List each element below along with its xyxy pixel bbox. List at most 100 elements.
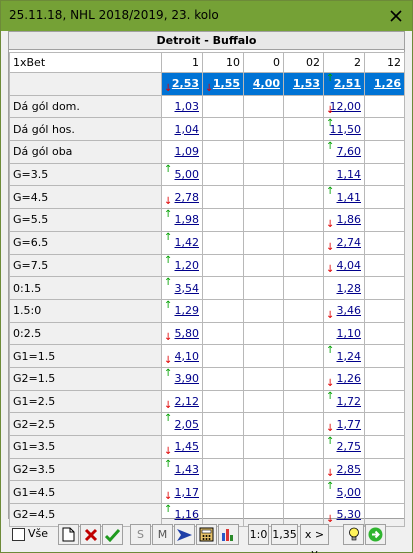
- base-odds-cell[interactable]: 1,26: [364, 72, 405, 96]
- confirm-button[interactable]: [102, 524, 123, 545]
- odds-cell[interactable]: ↓ 5,80: [161, 321, 203, 346]
- new-button[interactable]: [58, 524, 79, 545]
- odds-cell[interactable]: ↑ 3,90: [161, 366, 203, 391]
- odds-value[interactable]: 1,10: [337, 327, 362, 340]
- odds-cell[interactable]: ↓ 1,17: [161, 480, 203, 505]
- odds-value[interactable]: 1,26: [374, 77, 401, 90]
- base-odds-cell[interactable]: ↓ 2,53: [161, 72, 203, 96]
- forward-button[interactable]: [174, 524, 195, 545]
- odds-cell[interactable]: ↑ 5,00: [323, 480, 365, 505]
- odds-cell[interactable]: ↓ 4,10: [161, 344, 203, 368]
- close-icon[interactable]: [390, 10, 402, 22]
- s-button[interactable]: S: [130, 524, 151, 545]
- calculator-button[interactable]: [196, 524, 217, 545]
- odds-value[interactable]: 1,45: [175, 440, 200, 453]
- odds-cell[interactable]: 1,28: [323, 276, 365, 300]
- chart-button[interactable]: [218, 524, 239, 545]
- odds-cell[interactable]: ↑ 1,42: [161, 230, 203, 255]
- odds-value[interactable]: 2,75: [337, 440, 362, 453]
- odds-value[interactable]: 1,16: [175, 508, 200, 521]
- odds-cell[interactable]: ↑ 1,24: [323, 344, 365, 368]
- odds-cell[interactable]: ↑ 3,54: [161, 276, 203, 300]
- odds-cell[interactable]: ↓ 1,77: [323, 412, 365, 436]
- odds-cell[interactable]: ↑ 2,75: [323, 435, 365, 459]
- market-row: Dá gól dom. 1,03 ↓ 12,00: [9, 94, 405, 119]
- odds-value[interactable]: 4,00: [253, 77, 280, 90]
- odds-value[interactable]: 1,43: [175, 463, 200, 476]
- odds-value[interactable]: 4,10: [175, 350, 200, 363]
- odds-cell[interactable]: ↓ 2,78: [161, 185, 203, 210]
- odds-value[interactable]: 1,41: [337, 191, 362, 204]
- odds-value[interactable]: 2,74: [337, 236, 362, 249]
- odds-value[interactable]: 1,26: [337, 372, 362, 385]
- odds-cell[interactable]: ↑ 1,72: [323, 389, 365, 414]
- odds-cell[interactable]: ↑ 1,43: [161, 457, 203, 482]
- odds-cell[interactable]: ↑ 11,50: [323, 117, 365, 142]
- odds-value[interactable]: 1,04: [175, 123, 200, 136]
- odds-cell[interactable]: ↑ 5,00: [161, 162, 203, 187]
- odds-value[interactable]: 2,78: [175, 191, 200, 204]
- odds-cell[interactable]: ↑ 2,05: [161, 412, 203, 436]
- odds-cell[interactable]: 1,10: [323, 321, 365, 346]
- odds-value[interactable]: 2,51: [334, 77, 361, 90]
- odds-value[interactable]: 5,00: [337, 486, 362, 499]
- odds-value[interactable]: 1,72: [337, 395, 362, 408]
- odds-cell[interactable]: ↑ 1,29: [161, 298, 203, 323]
- score-button[interactable]: 1:0: [248, 524, 269, 545]
- odds-cell[interactable]: 1,04: [161, 117, 203, 142]
- odds-value[interactable]: 5,00: [175, 168, 200, 181]
- base-odds-cell[interactable]: 1,53: [283, 72, 324, 96]
- select-all-checkbox[interactable]: [12, 528, 25, 541]
- go-button[interactable]: [365, 524, 386, 545]
- odds-value[interactable]: 1,29: [175, 304, 200, 317]
- odds-value[interactable]: 1,20: [175, 259, 200, 272]
- odds-cell[interactable]: 1,14: [323, 162, 365, 187]
- odds-value[interactable]: 3,54: [175, 282, 200, 295]
- odds-cell[interactable]: 1,09: [161, 140, 203, 164]
- odds-value[interactable]: 3,90: [175, 372, 200, 385]
- base-odds-cell[interactable]: 4,00: [243, 72, 284, 96]
- odds-cell[interactable]: ↓ 12,00: [323, 94, 365, 119]
- odds-cell[interactable]: ↓ 4,04: [323, 253, 365, 278]
- odds-cell[interactable]: ↓ 1,86: [323, 208, 365, 232]
- odds-cell[interactable]: ↑ 1,41: [323, 185, 365, 210]
- odds-value[interactable]: 2,53: [172, 77, 199, 90]
- odds-cell[interactable]: ↓ 3,46: [323, 298, 365, 323]
- base-odds-cell[interactable]: ↓ 1,55: [202, 72, 244, 96]
- odds-value[interactable]: 1,24: [337, 350, 362, 363]
- hint-button[interactable]: [343, 524, 364, 545]
- odds-value[interactable]: 3,46: [337, 304, 362, 317]
- odds-cell[interactable]: ↓ 1,26: [323, 366, 365, 391]
- compare-button[interactable]: x > y: [300, 524, 329, 553]
- odds-value[interactable]: 2,85: [337, 463, 362, 476]
- m-button[interactable]: M: [152, 524, 173, 545]
- odds-value[interactable]: 1,17: [175, 486, 200, 499]
- odds-cell[interactable]: ↓ 2,85: [323, 457, 365, 482]
- odds-cell[interactable]: ↓ 1,45: [161, 435, 203, 459]
- odds-value[interactable]: 1,86: [337, 213, 362, 226]
- odds-cell[interactable]: 1,03: [161, 94, 203, 119]
- odds-button[interactable]: 1,35: [271, 524, 298, 545]
- odds-cell[interactable]: ↑ 7,60: [323, 140, 365, 164]
- odds-value[interactable]: 4,04: [337, 259, 362, 272]
- delete-button[interactable]: [80, 524, 101, 545]
- odds-value[interactable]: 2,05: [175, 418, 200, 431]
- odds-value[interactable]: 5,30: [337, 508, 362, 521]
- odds-value[interactable]: 5,80: [175, 327, 200, 340]
- odds-cell[interactable]: ↓ 2,12: [161, 389, 203, 414]
- odds-value[interactable]: 7,60: [337, 145, 362, 158]
- odds-value[interactable]: 2,12: [175, 395, 200, 408]
- odds-value[interactable]: 1,28: [337, 282, 362, 295]
- odds-value[interactable]: 1,55: [213, 77, 240, 90]
- odds-value[interactable]: 1,42: [175, 236, 200, 249]
- odds-cell[interactable]: ↓ 2,74: [323, 230, 365, 255]
- odds-value[interactable]: 1,77: [337, 418, 362, 431]
- odds-value[interactable]: 1,98: [175, 213, 200, 226]
- odds-cell[interactable]: ↑ 1,98: [161, 208, 203, 232]
- base-odds-cell[interactable]: ↑ 2,51: [323, 72, 365, 96]
- odds-value[interactable]: 1,09: [175, 145, 200, 158]
- odds-cell[interactable]: ↑ 1,20: [161, 253, 203, 278]
- odds-value[interactable]: 1,53: [293, 77, 320, 90]
- odds-value[interactable]: 1,14: [337, 168, 362, 181]
- odds-value[interactable]: 1,03: [175, 100, 200, 113]
